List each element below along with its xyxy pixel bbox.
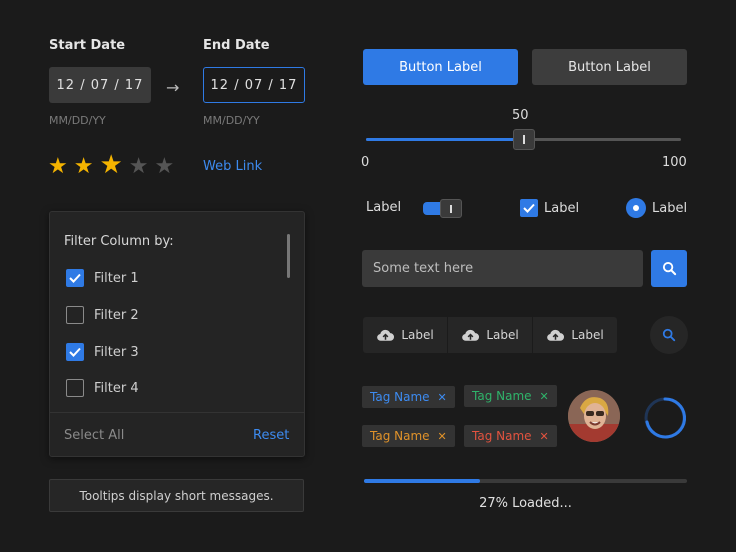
filter-option-label: Filter 4 — [94, 380, 139, 396]
segmented-control: Label Label Label — [363, 317, 617, 353]
star-icon-filled[interactable]: ★ — [74, 156, 94, 178]
radio-label: Label — [652, 200, 688, 216]
slider-value: 50 — [512, 108, 529, 123]
progress-fill — [364, 479, 481, 483]
star-rating[interactable]: ★ ★ ★ ★ ★ — [48, 152, 175, 178]
segment-label: Label — [571, 328, 604, 342]
filter-scrollbar[interactable] — [287, 234, 290, 278]
segment-2[interactable]: Label — [448, 317, 533, 353]
checkbox-checked-icon[interactable] — [66, 269, 84, 287]
close-icon[interactable]: ✕ — [540, 390, 549, 403]
filter-divider — [50, 412, 304, 413]
tag-label: Tag Name — [370, 390, 430, 404]
web-link[interactable]: Web Link — [203, 159, 262, 174]
filter-option-3[interactable]: Filter 3 — [66, 342, 139, 362]
arrow-right-icon: → — [166, 78, 180, 97]
search-icon — [662, 261, 676, 276]
slider-min-label: 0 — [361, 155, 370, 170]
checkbox-unchecked-icon[interactable] — [66, 306, 84, 324]
checkbox-checked-icon[interactable] — [66, 343, 84, 361]
progress-track — [364, 479, 687, 483]
filter-option-4[interactable]: Filter 4 — [66, 378, 139, 398]
toggle-thumb — [440, 199, 462, 218]
toggle-label: Label — [366, 200, 402, 215]
grip-icon — [522, 135, 525, 144]
radio-selected-icon[interactable] — [626, 198, 646, 218]
progress-text: 27% Loaded... — [479, 496, 572, 511]
filter-option-label: Filter 1 — [94, 270, 139, 286]
search-button[interactable] — [651, 250, 687, 287]
end-date-format-hint: MM/DD/YY — [203, 114, 260, 127]
close-icon[interactable]: ✕ — [540, 430, 549, 443]
tag-blue: Tag Name ✕ — [362, 386, 455, 408]
filter-option-label: Filter 3 — [94, 344, 139, 360]
end-date-label: End Date — [203, 38, 270, 53]
select-all-button[interactable]: Select All — [64, 428, 124, 443]
slider-max-label: 100 — [662, 155, 687, 170]
reset-button[interactable]: Reset — [253, 428, 289, 443]
avatar[interactable] — [568, 390, 620, 442]
close-icon[interactable]: ✕ — [438, 391, 447, 404]
search-icon — [662, 328, 676, 342]
cloud-upload-icon — [377, 329, 395, 341]
star-icon-filled[interactable]: ★ — [48, 156, 68, 178]
search-icon-button[interactable] — [650, 316, 688, 354]
segment-1[interactable]: Label — [363, 317, 448, 353]
tag-label: Tag Name — [370, 429, 430, 443]
checkbox-control[interactable]: Label — [520, 199, 579, 217]
loading-spinner — [643, 396, 687, 440]
primary-button[interactable]: Button Label — [363, 49, 518, 85]
radio-control[interactable]: Label — [626, 198, 687, 218]
tag-label: Tag Name — [472, 429, 532, 443]
search-input[interactable]: Some text here — [362, 250, 643, 287]
tooltip: Tooltips display short messages. — [49, 479, 304, 512]
close-icon[interactable]: ✕ — [438, 430, 447, 443]
filter-title: Filter Column by: — [64, 234, 174, 249]
spinner-icon — [644, 397, 686, 439]
tag-red: Tag Name ✕ — [464, 425, 557, 447]
filter-panel: Filter Column by: Filter 1 Filter 2 Filt… — [49, 211, 305, 457]
tag-label: Tag Name — [472, 389, 532, 403]
grip-icon — [450, 204, 452, 213]
start-date-input[interactable]: 12 / 07 / 17 — [49, 67, 151, 103]
secondary-button[interactable]: Button Label — [532, 49, 687, 85]
segment-3[interactable]: Label — [533, 317, 617, 353]
tag-orange: Tag Name ✕ — [362, 425, 455, 447]
segment-label: Label — [401, 328, 434, 342]
filter-option-1[interactable]: Filter 1 — [66, 268, 139, 288]
filter-option-2[interactable]: Filter 2 — [66, 305, 139, 325]
cloud-upload-icon — [462, 329, 480, 341]
star-icon-filled[interactable]: ★ — [99, 152, 122, 178]
slider-thumb[interactable] — [512, 129, 535, 150]
checkbox-checked-icon[interactable] — [520, 199, 538, 217]
star-icon-empty[interactable]: ★ — [155, 156, 175, 178]
segment-label: Label — [486, 328, 519, 342]
checkbox-unchecked-icon[interactable] — [66, 379, 84, 397]
tag-green: Tag Name ✕ — [464, 385, 557, 407]
end-date-input[interactable]: 12 / 07 / 17 — [203, 67, 305, 103]
slider-fill — [366, 138, 524, 141]
start-date-label: Start Date — [49, 38, 126, 53]
start-date-format-hint: MM/DD/YY — [49, 114, 106, 127]
star-icon-empty[interactable]: ★ — [129, 156, 149, 178]
cloud-upload-icon — [547, 329, 565, 341]
toggle-switch[interactable] — [423, 199, 463, 218]
checkbox-label: Label — [544, 200, 580, 216]
filter-option-label: Filter 2 — [94, 307, 139, 323]
